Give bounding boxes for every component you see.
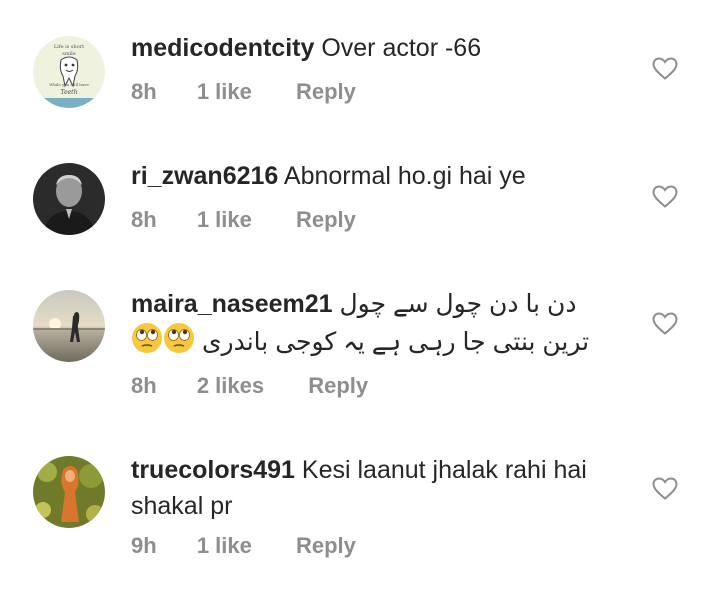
- man-portrait-avatar-icon: [33, 163, 105, 235]
- like-heart-button[interactable]: [652, 185, 678, 209]
- avatar[interactable]: Life is short smile While you still have…: [33, 36, 105, 108]
- comment-meta: 9h 1 like Reply: [131, 533, 356, 559]
- rolling-eyes-emoji-icon: [163, 322, 195, 364]
- tooth-cartoon-avatar-icon: Life is short smile While you still have…: [33, 36, 105, 108]
- avatar-lettering-1: Life is short: [54, 44, 84, 50]
- comment-text: Over actor -66: [321, 34, 482, 62]
- heart-icon: [652, 185, 678, 208]
- comment-meta: 8h 1 like Reply: [131, 207, 356, 233]
- like-heart-button[interactable]: [652, 312, 678, 336]
- comment-meta: 8h 1 like Reply: [131, 79, 356, 105]
- username[interactable]: maira_naseem21: [131, 290, 333, 318]
- timestamp: 8h: [131, 79, 157, 104]
- heart-icon: [652, 57, 678, 80]
- heart-icon: [652, 312, 678, 335]
- avatar[interactable]: [33, 290, 105, 362]
- comment-body: ri_zwan6216 Abnormal ho.gi hai ye: [131, 158, 631, 194]
- comment-body: maira_naseem21 دن با دن چول سے چول ترین …: [131, 286, 631, 364]
- reply-button[interactable]: Reply: [296, 79, 356, 105]
- likes-count[interactable]: 1 like: [197, 79, 252, 105]
- comment-body: medicodentcity Over actor -66: [131, 30, 631, 66]
- comment-text-line1: دن با دن چول سے چول: [339, 290, 577, 318]
- username[interactable]: ri_zwan6216: [131, 162, 278, 190]
- heart-icon: [652, 477, 678, 500]
- likes-count[interactable]: 2 likes: [197, 373, 264, 399]
- likes-count[interactable]: 1 like: [197, 533, 252, 559]
- comment-text: Abnormal ho.gi hai ye: [283, 162, 526, 190]
- reply-button[interactable]: Reply: [296, 533, 356, 559]
- avatar-lettering-3: While you still have: [49, 82, 89, 87]
- likes-count[interactable]: 1 like: [197, 207, 252, 233]
- reply-button[interactable]: Reply: [308, 373, 368, 399]
- timestamp: 8h: [131, 207, 157, 232]
- rolling-eyes-emoji-icon: [131, 322, 163, 364]
- timestamp: 8h: [131, 373, 157, 398]
- avatar[interactable]: [33, 456, 105, 528]
- avatar-lettering-2: smile: [62, 51, 76, 57]
- avatar-lettering-4: Teeth: [61, 89, 78, 96]
- like-heart-button[interactable]: [652, 57, 678, 81]
- username[interactable]: truecolors491: [131, 456, 295, 484]
- username[interactable]: medicodentcity: [131, 34, 314, 62]
- avatar[interactable]: [33, 163, 105, 235]
- comment-body: truecolors491 Kesi laanut jhalak rahi ha…: [131, 452, 631, 524]
- reply-button[interactable]: Reply: [296, 207, 356, 233]
- comment-meta: 8h 2 likes Reply: [131, 373, 368, 399]
- woman-field-avatar-icon: [33, 456, 105, 528]
- like-heart-button[interactable]: [652, 477, 678, 501]
- sunset-beach-avatar-icon: [33, 290, 105, 362]
- timestamp: 9h: [131, 533, 157, 558]
- comment-text-line2: ترین بنتی جا رہی ہے یہ کوجی باندری: [201, 328, 590, 356]
